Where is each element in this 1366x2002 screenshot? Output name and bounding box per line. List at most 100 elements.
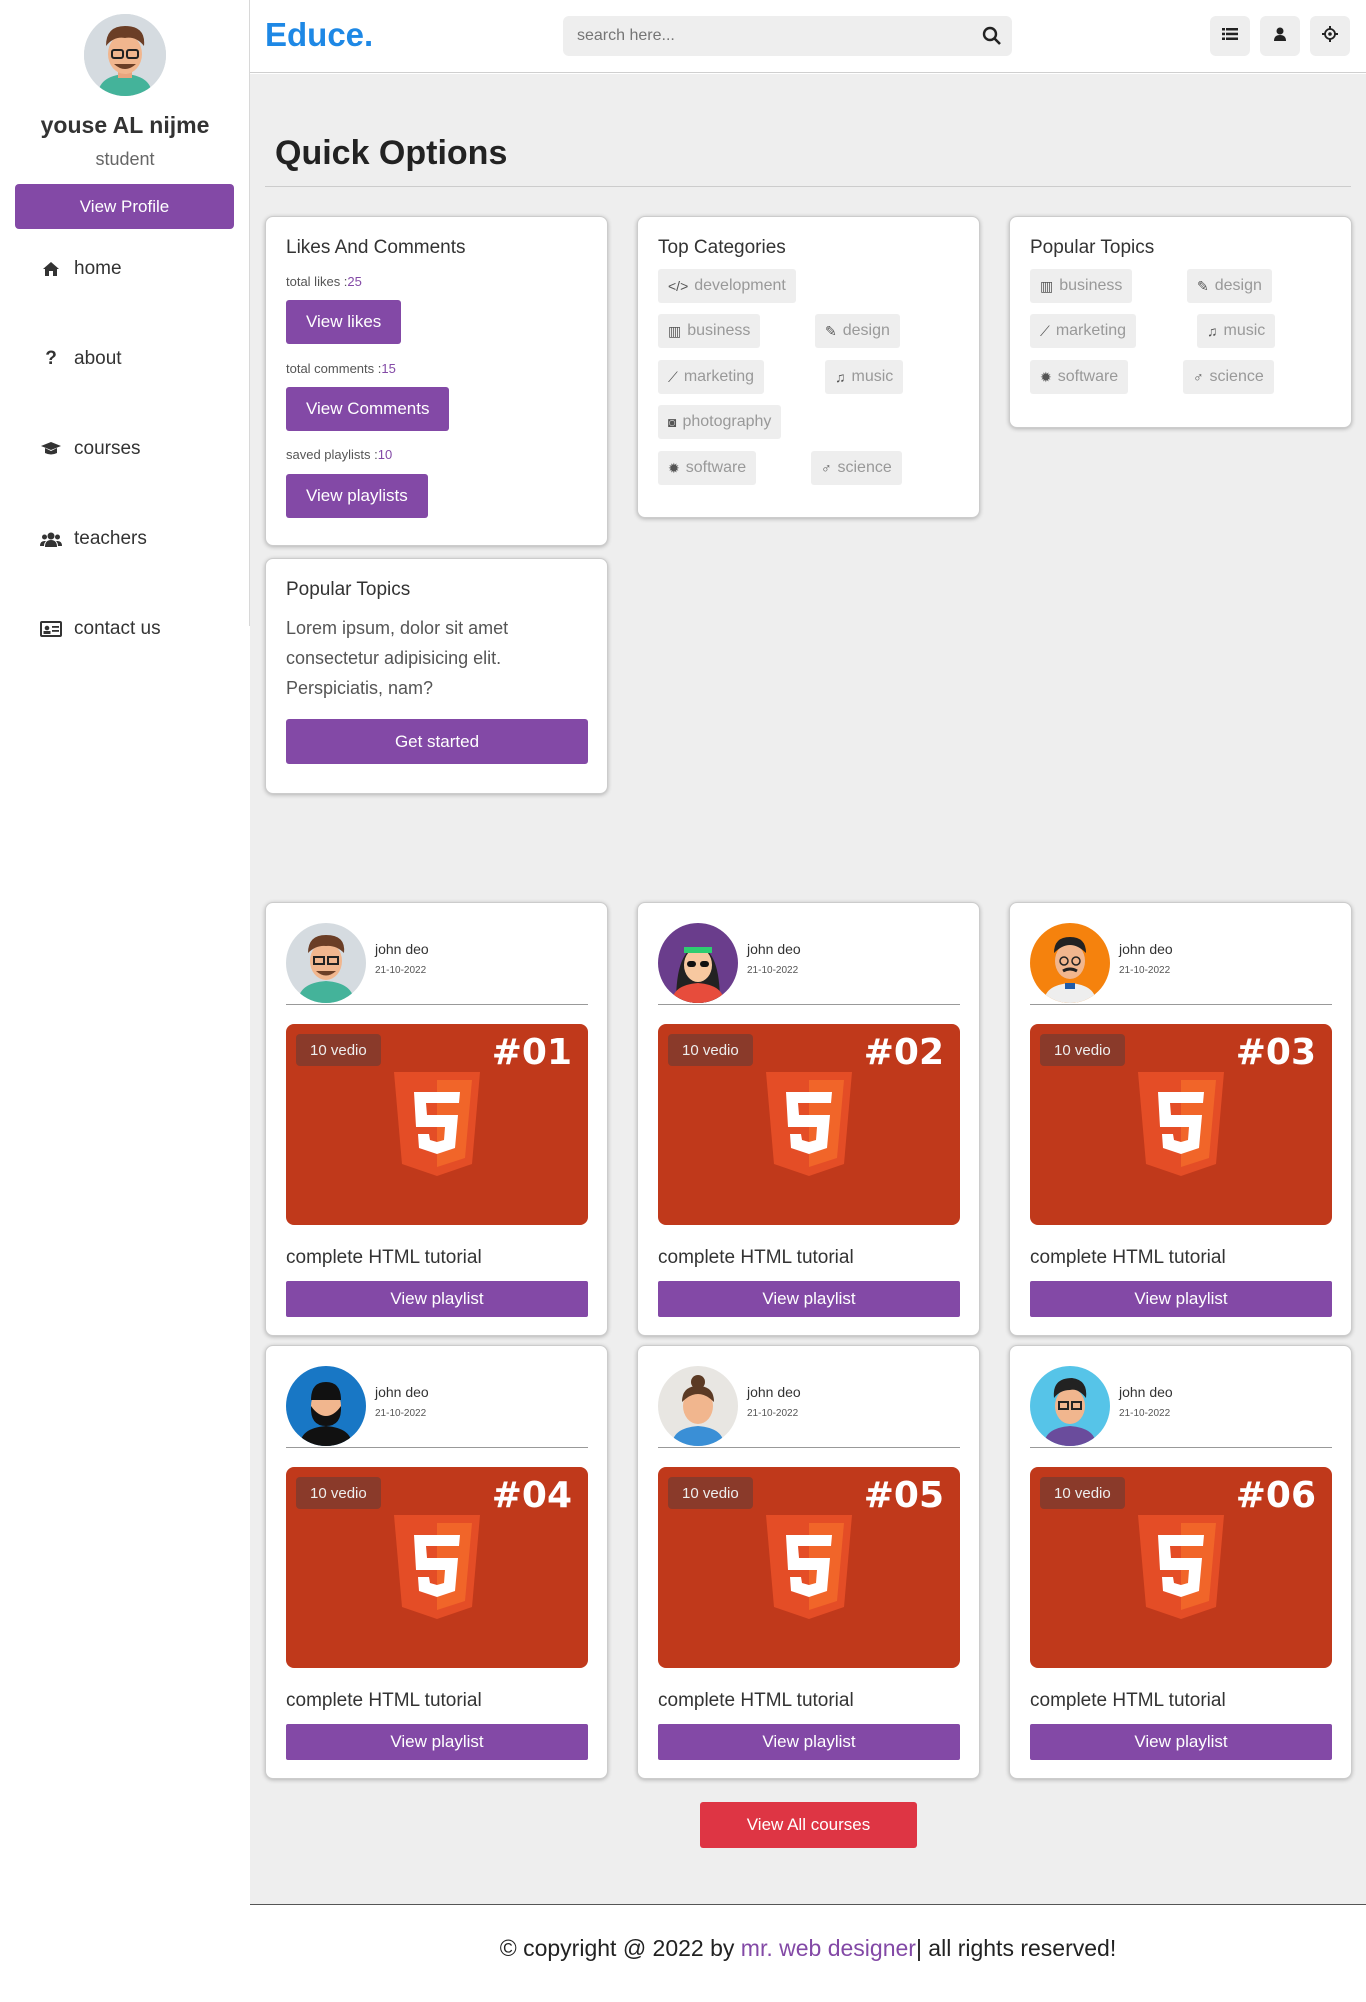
tag-science[interactable]: ♂ science xyxy=(811,451,902,485)
view-all-courses-button[interactable]: View All courses xyxy=(700,1802,917,1848)
tag-business[interactable]: ▥ business xyxy=(1030,269,1133,303)
view-playlist-button[interactable]: View playlist xyxy=(658,1724,960,1760)
line-chart-icon: ⟋ xyxy=(1040,322,1050,339)
course-thumbnail[interactable]: 10 vedio #04 xyxy=(286,1467,588,1668)
tag-software[interactable]: ✹ software xyxy=(658,451,757,485)
divider xyxy=(286,1004,588,1005)
course-title: complete HTML tutorial xyxy=(658,1690,854,1711)
sidebar-item-home[interactable]: home xyxy=(40,258,122,280)
designer-link[interactable]: mr. web designer xyxy=(741,1935,916,1961)
music-icon: ♫ xyxy=(1207,323,1218,339)
author-avatar xyxy=(658,1366,738,1446)
course-thumbnail[interactable]: 10 vedio #06 xyxy=(1030,1467,1332,1668)
author-name: john deo xyxy=(747,1384,801,1400)
video-count-badge: 10 vedio xyxy=(1040,1034,1125,1066)
view-playlist-button[interactable]: View playlist xyxy=(1030,1724,1332,1760)
flask-icon: ♂ xyxy=(1193,369,1204,385)
course-date: 21-10-2022 xyxy=(1119,965,1171,976)
user-button[interactable] xyxy=(1260,16,1300,56)
get-started-button[interactable]: Get started xyxy=(286,719,588,764)
users-icon xyxy=(40,529,62,549)
copyright-text: © copyright @ 2022 by xyxy=(499,1935,741,1961)
course-card: john deo 21-10-2022 10 vedio #06 complete HT… xyxy=(1009,1345,1352,1779)
view-likes-button[interactable]: View likes xyxy=(286,300,402,344)
sidebar-item-teachers[interactable]: teachers xyxy=(40,528,147,550)
course-number: #02 xyxy=(863,1032,944,1073)
video-count-badge: 10 vedio xyxy=(668,1477,753,1509)
settings-button[interactable] xyxy=(1310,16,1350,56)
course-thumbnail[interactable]: 10 vedio #05 xyxy=(658,1467,960,1668)
view-playlist-button[interactable]: View playlist xyxy=(286,1724,588,1760)
sidebar-item-label: teachers xyxy=(74,528,147,549)
avatar xyxy=(84,14,166,96)
graduation-cap-icon xyxy=(40,439,62,459)
tag-design[interactable]: ✎ design xyxy=(1187,269,1272,303)
address-card-icon xyxy=(40,619,62,639)
author-name: john deo xyxy=(375,941,429,957)
intro-text: Lorem ipsum, dolor sit amet consectetur … xyxy=(286,618,509,698)
html5-icon xyxy=(766,1515,852,1619)
video-count-badge: 10 vedio xyxy=(296,1034,381,1066)
author-avatar xyxy=(1030,923,1110,1003)
tag-development[interactable]: </> development xyxy=(658,269,796,303)
box-title: Popular Topics xyxy=(286,579,411,600)
view-comments-button[interactable]: View Comments xyxy=(286,387,450,431)
course-date: 21-10-2022 xyxy=(375,965,427,976)
view-profile-button[interactable]: View Profile xyxy=(15,184,234,229)
sidebar-item-contact-us[interactable]: contact us xyxy=(40,618,161,640)
gear-icon: ✹ xyxy=(668,459,680,476)
course-thumbnail[interactable]: 10 vedio #03 xyxy=(1030,1024,1332,1225)
divider xyxy=(658,1447,960,1448)
tag-music[interactable]: ♫ music xyxy=(825,360,904,394)
tag-marketing[interactable]: ⟋ marketing xyxy=(658,360,765,394)
view-playlist-button[interactable]: View playlist xyxy=(1030,1281,1332,1317)
flask-icon: ♂ xyxy=(821,460,832,476)
tag-photography[interactable]: ◙ photography xyxy=(658,405,782,439)
user-icon xyxy=(1274,27,1286,46)
settings-icon xyxy=(1322,25,1338,47)
tag-business[interactable]: ▥ business xyxy=(658,314,761,348)
course-number: #05 xyxy=(863,1475,944,1516)
logo[interactable]: Educe. xyxy=(265,16,373,54)
menu-button[interactable] xyxy=(1210,16,1250,56)
total-likes: total likes :25 xyxy=(286,274,362,289)
sidebar-item-label: about xyxy=(74,348,122,369)
code-icon: </> xyxy=(668,278,689,294)
bar-chart-icon: ▥ xyxy=(668,322,682,339)
tag-marketing[interactable]: ⟋ marketing xyxy=(1030,314,1137,348)
course-card: john deo 21-10-2022 10 vedio #02 complete HT… xyxy=(637,902,980,1336)
popular-topics-box: Popular Topics ▥ business ✎ design ⟋ market… xyxy=(1009,216,1352,428)
sidebar-item-about[interactable]: ? about xyxy=(40,348,122,370)
search-bar xyxy=(563,16,1012,56)
course-title: complete HTML tutorial xyxy=(1030,1247,1226,1268)
tag-science[interactable]: ♂ science xyxy=(1183,360,1274,394)
course-thumbnail[interactable]: 10 vedio #01 xyxy=(286,1024,588,1225)
page-title: Quick Options xyxy=(275,134,508,172)
footer: © copyright @ 2022 by mr. web designer| … xyxy=(250,1935,1366,1962)
course-date: 21-10-2022 xyxy=(747,965,799,976)
tag-software[interactable]: ✹ software xyxy=(1030,360,1129,394)
course-thumbnail[interactable]: 10 vedio #02 xyxy=(658,1024,960,1225)
author-avatar xyxy=(658,923,738,1003)
course-card: john deo 21-10-2022 10 vedio #04 complete HT… xyxy=(265,1345,608,1779)
saved-playlists: saved playlists :10 xyxy=(286,447,393,462)
sidebar-item-label: contact us xyxy=(74,618,161,639)
course-date: 21-10-2022 xyxy=(1119,1408,1171,1419)
view-playlists-button[interactable]: View playlists xyxy=(286,474,428,518)
home-icon xyxy=(40,259,62,279)
box-title: Popular Topics xyxy=(1030,237,1155,258)
course-title: complete HTML tutorial xyxy=(286,1690,482,1711)
view-playlist-button[interactable]: View playlist xyxy=(658,1281,960,1317)
box-title: Likes And Comments xyxy=(286,237,466,258)
search-icon[interactable] xyxy=(982,26,1002,46)
tag-music[interactable]: ♫ music xyxy=(1197,314,1276,348)
course-card: john deo 21-10-2022 10 vedio #05 complete HT… xyxy=(637,1345,980,1779)
view-playlist-button[interactable]: View playlist xyxy=(286,1281,588,1317)
course-number: #06 xyxy=(1235,1475,1316,1516)
tag-design[interactable]: ✎ design xyxy=(815,314,900,348)
sidebar-item-courses[interactable]: courses xyxy=(40,438,141,460)
search-input[interactable] xyxy=(563,16,963,56)
video-count-badge: 10 vedio xyxy=(668,1034,753,1066)
sidebar-item-label: courses xyxy=(74,438,141,459)
main-content: Quick Options Likes And Comments total l… xyxy=(250,74,1366,1904)
